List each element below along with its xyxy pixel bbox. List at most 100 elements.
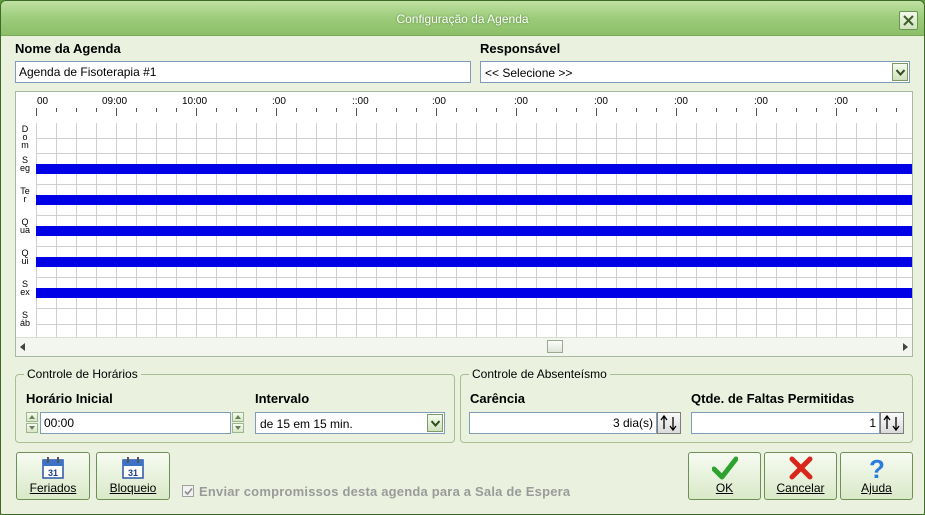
day-label-1: Seg bbox=[20, 155, 31, 173]
horario-inicial-spinner-right[interactable] bbox=[232, 412, 244, 434]
workday-availability-bar[interactable] bbox=[36, 288, 912, 298]
arrow-up-icon bbox=[235, 415, 241, 419]
chevron-down-icon bbox=[896, 69, 905, 76]
time-tick bbox=[816, 108, 817, 112]
responsavel-dropdown-button[interactable] bbox=[892, 63, 908, 81]
time-tick bbox=[736, 108, 737, 112]
time-tick bbox=[156, 108, 157, 112]
carencia-label: Carência bbox=[470, 391, 525, 406]
scroll-right-icon[interactable] bbox=[903, 343, 908, 351]
svg-text:?: ? bbox=[869, 455, 885, 481]
time-tick bbox=[636, 108, 637, 112]
faltas-label: Qtde. de Faltas Permitidas bbox=[691, 391, 855, 406]
ok-button[interactable]: OK bbox=[688, 452, 761, 500]
grid-row-line bbox=[36, 246, 912, 247]
spin-up-button[interactable] bbox=[26, 412, 38, 422]
time-header-label: ::00 bbox=[352, 96, 369, 107]
up-down-arrows-icon bbox=[883, 414, 900, 432]
time-tick bbox=[596, 108, 597, 116]
close-button[interactable] bbox=[899, 11, 918, 30]
sala-espera-label: Enviar compromissos desta agenda para a … bbox=[199, 484, 571, 499]
horario-inicial-label: Horário Inicial bbox=[26, 391, 113, 406]
spin-up-button[interactable] bbox=[232, 412, 244, 422]
time-header-label: :00 bbox=[754, 96, 768, 107]
responsavel-select[interactable]: << Selecione >> bbox=[480, 61, 910, 83]
intervalo-dropdown-button[interactable] bbox=[427, 414, 443, 432]
day-label-4: Qui bbox=[21, 248, 29, 266]
time-tick bbox=[796, 108, 797, 112]
time-tick bbox=[336, 108, 337, 112]
chevron-down-icon bbox=[431, 420, 440, 427]
time-header-label: 09:00 bbox=[102, 96, 128, 107]
carencia-updown-button[interactable] bbox=[657, 412, 681, 434]
time-header-label: :00 bbox=[272, 96, 286, 107]
nome-agenda-label: Nome da Agenda bbox=[15, 41, 121, 56]
spin-down-button[interactable] bbox=[232, 423, 244, 433]
bloqueio-button[interactable]: 31 Bloqueio bbox=[96, 452, 170, 500]
arrow-down-icon bbox=[235, 426, 241, 430]
time-tick bbox=[316, 108, 317, 112]
intervalo-select[interactable]: de 15 em 15 min. bbox=[255, 412, 445, 434]
close-icon bbox=[903, 15, 914, 26]
time-header-label: :00 bbox=[514, 96, 528, 107]
scrollbar-thumb[interactable] bbox=[547, 340, 563, 353]
horario-inicial-spinner[interactable] bbox=[26, 412, 38, 434]
day-label-0: Dom bbox=[21, 124, 29, 150]
calendar-day-number: 31 bbox=[48, 468, 58, 478]
grid-row-line bbox=[36, 153, 912, 154]
spin-down-button[interactable] bbox=[26, 423, 38, 433]
time-tick bbox=[396, 108, 397, 112]
time-tick bbox=[96, 108, 97, 112]
day-label-5: Sex bbox=[20, 279, 30, 297]
calendar-icon: 31 bbox=[42, 457, 64, 479]
workday-availability-bar[interactable] bbox=[36, 164, 912, 174]
grid-row-line bbox=[36, 215, 912, 216]
schedule-grid[interactable]: 00 09:00 10:00:00::00:00:00:00:00:00:00 Do… bbox=[15, 91, 913, 357]
time-tick bbox=[896, 108, 897, 112]
faltas-updown-button[interactable] bbox=[880, 412, 904, 434]
time-tick bbox=[236, 108, 237, 112]
grid-row-line bbox=[36, 138, 912, 139]
time-tick bbox=[876, 108, 877, 112]
intervalo-label: Intervalo bbox=[255, 391, 310, 406]
time-tick bbox=[556, 108, 557, 112]
carencia-input[interactable]: 3 dia(s) bbox=[469, 412, 657, 434]
faltas-input[interactable]: 1 bbox=[691, 412, 880, 434]
time-tick bbox=[76, 108, 77, 112]
time-header-label: 10:00 bbox=[182, 96, 208, 107]
time-tick bbox=[356, 108, 357, 116]
time-tick bbox=[756, 108, 757, 116]
horizontal-scrollbar[interactable] bbox=[16, 337, 912, 356]
time-tick bbox=[36, 108, 37, 116]
time-tick bbox=[196, 108, 197, 116]
time-tick bbox=[516, 108, 517, 116]
workday-availability-bar[interactable] bbox=[36, 226, 912, 236]
dialog-window: Configuração da Agenda Nome da Agenda Ag… bbox=[0, 0, 925, 515]
sala-espera-checkbox[interactable] bbox=[182, 485, 194, 497]
checkmark-icon bbox=[184, 487, 193, 496]
feriados-button[interactable]: 31 Feriados bbox=[16, 452, 90, 500]
time-tick bbox=[836, 108, 837, 116]
nome-agenda-input[interactable]: Agenda de Fisoterapia #1 bbox=[15, 61, 471, 83]
up-down-arrows-icon bbox=[660, 414, 677, 432]
horario-inicial-input[interactable]: 00:00 bbox=[40, 412, 231, 434]
workday-availability-bar[interactable] bbox=[36, 257, 912, 267]
time-header-label: 00 bbox=[37, 96, 49, 107]
time-tick bbox=[456, 108, 457, 112]
time-tick bbox=[376, 108, 377, 112]
grid-row-line bbox=[36, 324, 912, 325]
scroll-left-icon[interactable] bbox=[20, 343, 25, 351]
calendar-icon: 31 bbox=[122, 457, 144, 479]
time-tick bbox=[656, 108, 657, 112]
cancelar-button[interactable]: Cancelar bbox=[764, 452, 837, 500]
time-tick bbox=[116, 108, 117, 116]
workday-availability-bar[interactable] bbox=[36, 195, 912, 205]
window-title: Configuração da Agenda bbox=[396, 12, 529, 26]
red-x-icon bbox=[789, 456, 812, 480]
ajuda-button[interactable]: ? Ajuda bbox=[840, 452, 913, 500]
grid-row-line bbox=[36, 277, 912, 278]
time-tick bbox=[536, 108, 537, 112]
calendar-day-number: 31 bbox=[128, 468, 138, 478]
day-label-6: Sáb bbox=[20, 310, 31, 328]
time-tick bbox=[436, 108, 437, 116]
